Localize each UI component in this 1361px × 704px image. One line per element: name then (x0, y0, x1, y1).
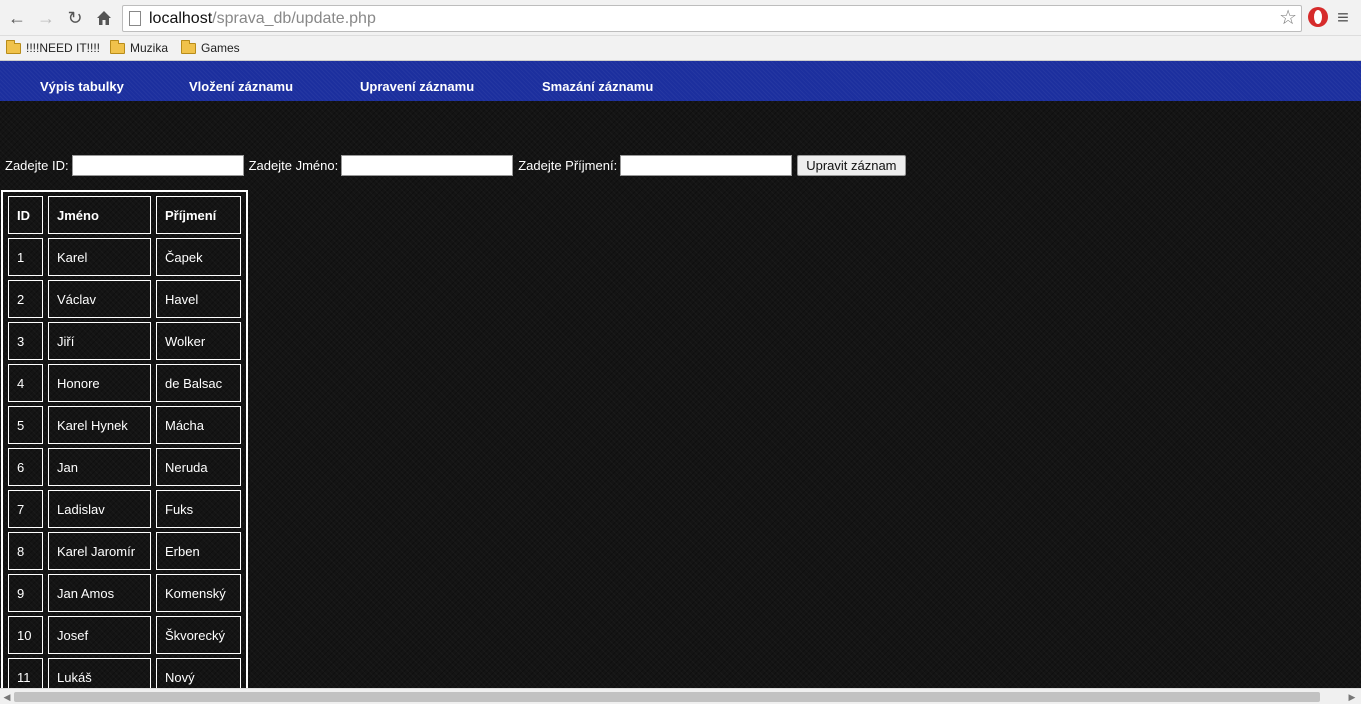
cell-name: Jiří (48, 322, 151, 360)
cell-surname: Erben (156, 532, 241, 570)
cell-surname: Havel (156, 280, 241, 318)
scroll-left-icon[interactable]: ◀ (2, 692, 12, 702)
bookmark-label: !!!!NEED IT!!!! (26, 41, 101, 55)
cell-name: Ladislav (48, 490, 151, 528)
cell-id: 11 (8, 658, 43, 688)
bookmark-need-it[interactable]: !!!!NEED IT!!!! (6, 39, 100, 57)
cell-name: Jan Amos (48, 574, 151, 612)
table-row: 8 Karel Jaromír Erben (8, 532, 241, 570)
page-viewport: Výpis tabulky Vložení záznamu Upravení z… (0, 61, 1361, 688)
cell-name: Jan (48, 448, 151, 486)
nav-vypis-tabulky[interactable]: Výpis tabulky (40, 61, 124, 101)
cell-surname: Wolker (156, 322, 241, 360)
name-label: Zadejte Jméno: (248, 157, 339, 173)
cell-id: 6 (8, 448, 43, 486)
surname-label: Zadejte Příjmení: (518, 157, 618, 173)
reload-icon[interactable]: ↻ (63, 6, 87, 30)
cell-surname: Škvorecký (156, 616, 241, 654)
bookmark-label: Games (201, 41, 240, 55)
cell-id: 4 (8, 364, 43, 402)
folder-icon (110, 39, 125, 54)
cell-name: Josef (48, 616, 151, 654)
home-icon[interactable] (92, 6, 116, 30)
top-navigation: Výpis tabulky Vložení záznamu Upravení z… (0, 61, 1361, 101)
cell-surname: Neruda (156, 448, 241, 486)
header-name: Jméno (48, 196, 151, 234)
cell-id: 7 (8, 490, 43, 528)
cell-id: 1 (8, 238, 43, 276)
cell-surname: Mácha (156, 406, 241, 444)
bookmarks-bar: !!!!NEED IT!!!! Muzika Games (0, 36, 1361, 61)
cell-name: Karel Jaromír (48, 532, 151, 570)
table-row: 6 Jan Neruda (8, 448, 241, 486)
cell-surname: Fuks (156, 490, 241, 528)
browser-toolbar: ← → ↻ localhost/sprava_db/update.php ☆ ≡ (0, 0, 1361, 36)
table-row: 9 Jan Amos Komenský (8, 574, 241, 612)
bookmark-games[interactable]: Games (181, 39, 240, 57)
table-row: 2 Václav Havel (8, 280, 241, 318)
cell-name: Honore (48, 364, 151, 402)
id-input[interactable] (71, 154, 244, 176)
surname-input[interactable] (620, 154, 793, 176)
table-row: 4 Honore de Balsac (8, 364, 241, 402)
cell-surname: Čapek (156, 238, 241, 276)
url-host: localhost (149, 10, 213, 27)
page-icon (129, 11, 141, 26)
table-row: 3 Jiří Wolker (8, 322, 241, 360)
cell-id: 10 (8, 616, 43, 654)
table-row: 5 Karel Hynek Mácha (8, 406, 241, 444)
name-input[interactable] (341, 154, 514, 176)
id-label: Zadejte ID: (5, 157, 69, 173)
horizontal-scrollbar[interactable]: ◀ ▶ (0, 688, 1361, 704)
folder-icon (6, 39, 21, 54)
cell-id: 5 (8, 406, 43, 444)
header-surname: Příjmení (156, 196, 241, 234)
cell-name: Karel (48, 238, 151, 276)
folder-icon (181, 39, 196, 54)
menu-icon[interactable]: ≡ (1332, 6, 1354, 30)
update-form: Zadejte ID: Zadejte Jméno: Zadejte Příjm… (5, 154, 906, 176)
cell-id: 2 (8, 280, 43, 318)
table-row: 7 Ladislav Fuks (8, 490, 241, 528)
scrollbar-thumb[interactable] (14, 692, 1320, 702)
update-record-button[interactable]: Upravit záznam (797, 154, 906, 176)
header-id: ID (8, 196, 43, 234)
cell-id: 8 (8, 532, 43, 570)
bookmark-star-icon[interactable]: ☆ (1279, 6, 1297, 31)
nav-vlozeni-zaznamu[interactable]: Vložení záznamu (189, 61, 293, 101)
cell-surname: Komenský (156, 574, 241, 612)
cell-id: 3 (8, 322, 43, 360)
table-row: 10 Josef Škvorecký (8, 616, 241, 654)
cell-surname: de Balsac (156, 364, 241, 402)
address-url: localhost/sprava_db/update.php (149, 6, 376, 31)
back-icon[interactable]: ← (5, 6, 29, 30)
records-table: ID Jméno Příjmení 1 Karel Čapek 2 Václav… (1, 190, 248, 688)
bookmark-muzika[interactable]: Muzika (110, 39, 168, 57)
cell-id: 9 (8, 574, 43, 612)
cell-surname: Nový (156, 658, 241, 688)
bookmark-label: Muzika (130, 41, 169, 55)
table-row: 11 Lukáš Nový (8, 658, 241, 688)
table-row: 1 Karel Čapek (8, 238, 241, 276)
cell-name: Lukáš (48, 658, 151, 688)
nav-upraveni-zaznamu[interactable]: Upravení záznamu (360, 61, 474, 101)
address-bar[interactable]: localhost/sprava_db/update.php ☆ (122, 5, 1302, 32)
cell-name: Václav (48, 280, 151, 318)
nav-smazani-zaznamu[interactable]: Smazání záznamu (542, 61, 653, 101)
table-header-row: ID Jméno Příjmení (8, 196, 241, 234)
url-path: /sprava_db/update.php (212, 10, 376, 27)
scroll-right-icon[interactable]: ▶ (1347, 692, 1357, 702)
forward-icon[interactable]: → (34, 6, 58, 30)
opera-extension-icon[interactable] (1308, 7, 1328, 27)
cell-name: Karel Hynek (48, 406, 151, 444)
